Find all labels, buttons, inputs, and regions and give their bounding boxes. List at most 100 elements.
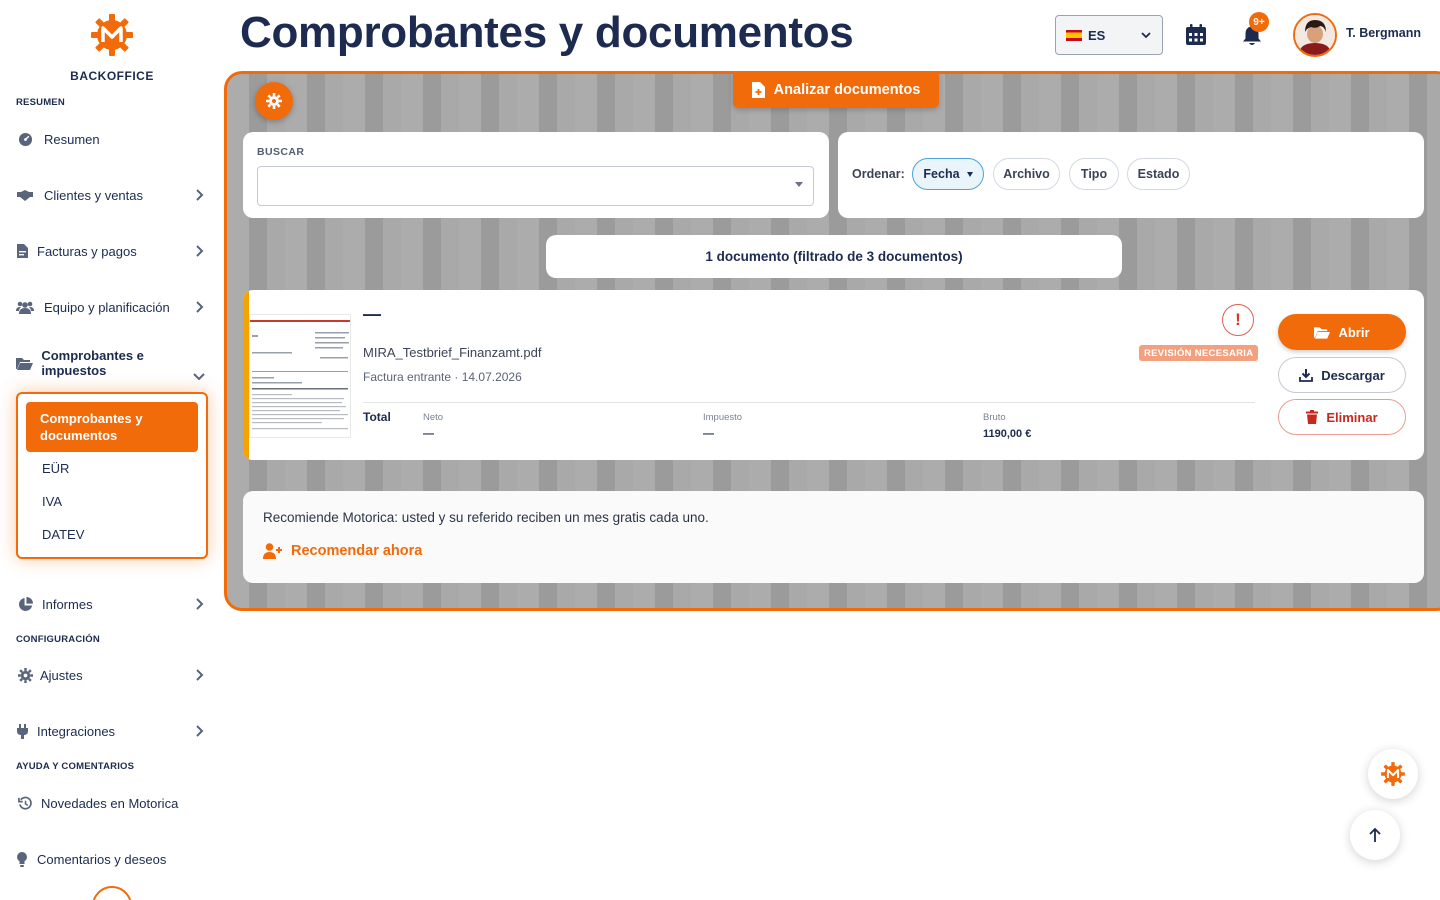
sidebar-item-label: Clientes y ventas [44,187,143,203]
analyze-documents-label: Analizar documentos [773,81,921,98]
analyze-documents-button[interactable]: Analizar documentos [733,74,939,108]
document-card[interactable]: — MIRA_Testbrief_Finanzamt.pdf Factura e… [243,290,1424,460]
document-meta: Factura entrante · 14.07.2026 [363,370,522,384]
brand-logo[interactable]: BACKOFFICE [70,12,154,83]
sidebar-item-label: Comentarios y deseos [37,851,167,867]
dashboard-icon [16,130,34,148]
brand-gear-icon [1381,762,1405,786]
sidebar-item-label: Comprobantes e impuestos [41,348,144,378]
brand-gear-icon [91,14,133,56]
sidebar-item-informes[interactable]: Informes [16,592,206,616]
sidebar-item-equipo[interactable]: Equipo y planificación [16,295,206,319]
submenu-item-datev[interactable]: DATEV [42,527,84,542]
chevron-down-icon [193,373,205,381]
caret-down-icon[interactable] [795,182,803,187]
sidebar-item-label: Equipo y planificación [44,299,170,315]
sidebar-item-comentarios[interactable]: Comentarios y deseos [16,847,206,871]
chevron-right-icon [196,189,204,201]
chevron-right-icon [196,669,204,681]
divider [363,402,1255,403]
submenu-item-documentos[interactable]: Comprobantes y documentos [26,402,198,452]
avatar[interactable] [1293,13,1337,57]
section-config: CONFIGURACIÓN [16,634,100,645]
history-icon [16,794,34,812]
status-badge: REVISIÓN NECESARIA [1139,345,1259,361]
sidebar-item-label: Informes [42,596,93,612]
sidebar-item-label: Facturas y pagos [37,243,137,259]
sidebar-item-comprobantes[interactable]: Comprobantes e impuestos [16,348,206,381]
calendar-icon[interactable] [1184,23,1208,47]
sort-chip-fecha[interactable]: Fecha [912,158,984,190]
document-thumbnail[interactable] [249,314,351,438]
submenu-comprobantes: Comprobantes y documentos EÜR IVA DATEV [16,392,208,559]
sidebar-item-resumen[interactable]: Resumen [16,127,206,151]
team-icon [16,298,34,316]
submenu-item-eur[interactable]: EÜR [42,461,69,476]
sidebar: BACKOFFICE RESUMEN Resumen Clientes y ve… [0,0,222,900]
download-icon [1299,369,1314,382]
submenu-item-iva[interactable]: IVA [42,494,62,509]
search-input[interactable] [257,166,814,206]
pie-chart-icon [16,595,34,613]
download-button[interactable]: Descargar [1278,357,1406,393]
trash-icon [1306,410,1319,424]
section-help: AYUDA Y COMENTARIOS [16,761,135,772]
tax-label: Impuesto [703,412,743,423]
sort-chip-tipo[interactable]: Tipo [1069,158,1119,190]
settings-button[interactable] [255,82,293,120]
chevron-right-icon [196,245,204,257]
brand-name: BACKOFFICE [70,69,154,83]
gear-icon [266,93,282,109]
lightbulb-icon [16,850,28,868]
gross-value: 1190,00 € [983,428,1032,440]
net-value: — [423,428,434,440]
arrow-up-icon [1369,827,1381,842]
page-title: Comprobantes y documentos [240,8,854,57]
handshake-icon [16,186,34,204]
chevron-right-icon [196,301,204,313]
folder-open-icon [1314,326,1331,339]
gear-icon [16,666,34,684]
scroll-top-button[interactable] [1350,810,1400,860]
delete-button[interactable]: Eliminar [1278,399,1406,435]
referral-link-label: Recomendar ahora [291,543,423,559]
total-label: Total [363,410,391,424]
chevron-down-icon [1141,32,1151,39]
sort-chip-label: Fecha [923,167,960,181]
delete-label: Eliminar [1326,409,1378,425]
sidebar-item-integraciones[interactable]: Integraciones [16,719,206,743]
sidebar-item-facturas[interactable]: Facturas y pagos [16,239,206,263]
assistant-button[interactable] [1368,749,1418,799]
invoice-icon [16,242,28,260]
sidebar-item-label: Novedades en Motorica [41,795,179,811]
user-name[interactable]: T. Bergmann [1346,26,1421,40]
search-label: BUSCAR [257,146,305,158]
referral-card: Recomiende Motorica: usted y su referido… [243,491,1424,583]
documents-panel: Analizar documentos BUSCAR Ordenar: Fech… [224,71,1440,611]
notification-badge: 9+ [1249,12,1269,32]
sidebar-item-clientes[interactable]: Clientes y ventas [16,183,206,207]
sort-chip-archivo[interactable]: Archivo [993,158,1060,190]
open-button[interactable]: Abrir [1278,314,1406,350]
results-count: 1 documento (filtrado de 3 documentos) [546,235,1122,278]
sidebar-item-novedades[interactable]: Novedades en Motorica [16,791,206,815]
folder-open-icon [16,354,34,372]
sort-desc-icon [966,171,973,177]
section-summary: RESUMEN [16,97,65,108]
chevron-right-icon [196,725,204,737]
language-select[interactable]: ES [1055,15,1163,55]
chevron-right-icon [196,598,204,610]
referral-text: Recomiende Motorica: usted y su referido… [263,510,709,525]
file-plus-icon [751,81,765,98]
sort-card: Ordenar: Fecha Archivo Tipo Estado [838,132,1424,218]
referral-link[interactable]: Recomendar ahora [263,543,422,559]
sidebar-item-ajustes[interactable]: Ajustes [16,663,206,687]
plug-icon [16,722,28,740]
document-filename[interactable]: MIRA_Testbrief_Finanzamt.pdf [363,345,541,360]
sort-chip-estado[interactable]: Estado [1127,158,1190,190]
document-title: — [363,304,381,324]
search-card: BUSCAR [243,132,829,218]
sidebar-footer-avatar[interactable] [92,886,132,900]
open-label: Abrir [1338,324,1370,340]
sidebar-item-label: Ajustes [40,667,83,683]
